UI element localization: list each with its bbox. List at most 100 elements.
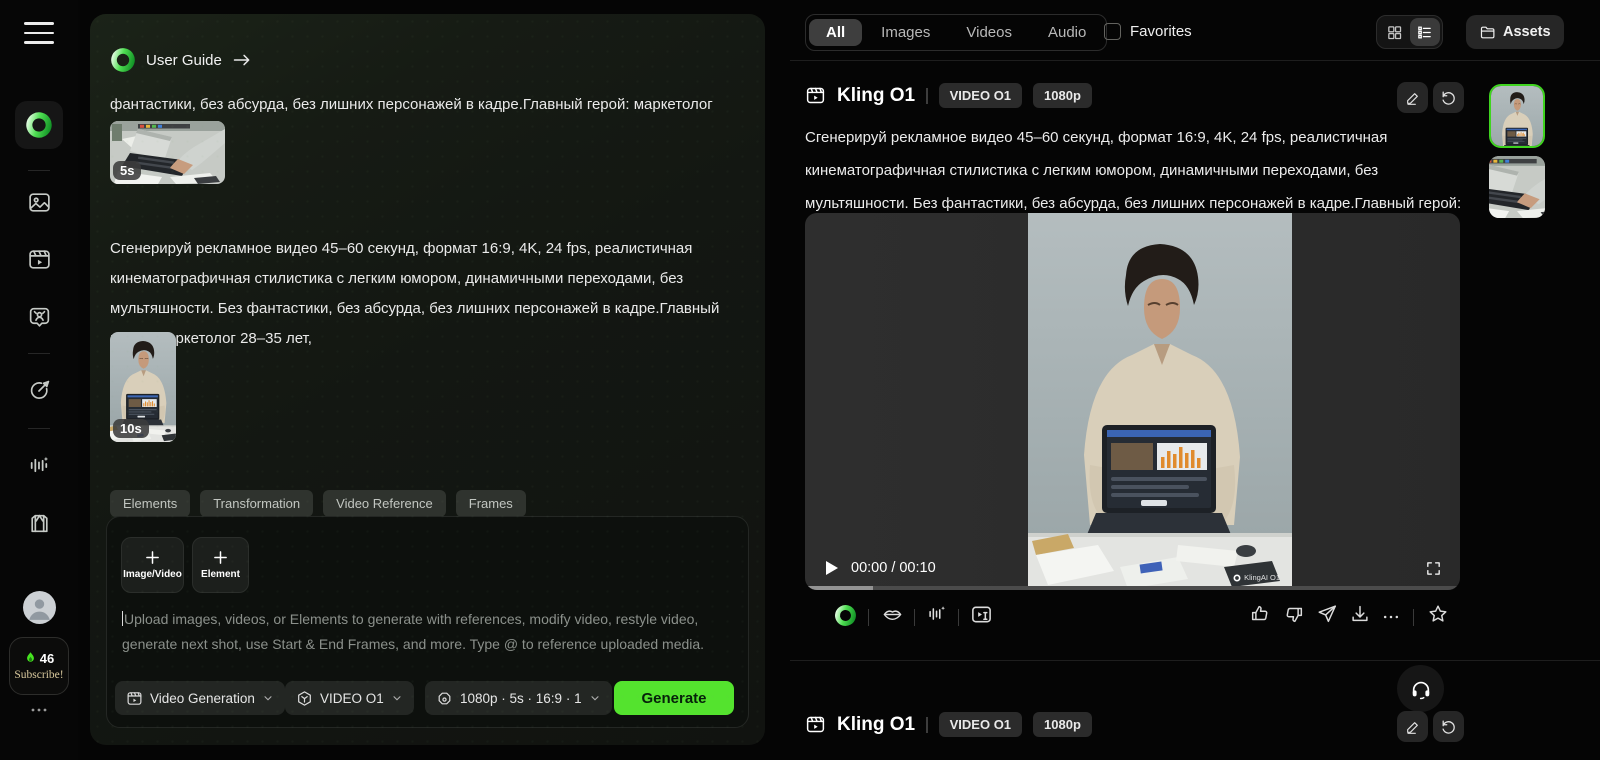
user-guide-link[interactable]: User Guide	[110, 47, 252, 73]
assets-button[interactable]: Assets	[1466, 15, 1564, 49]
chevron-down-icon	[391, 692, 403, 704]
sidebar-item-home[interactable]	[15, 101, 63, 149]
wardrobe-icon[interactable]	[27, 511, 52, 536]
mode-dropdown-value: Video Generation	[150, 691, 255, 706]
list-view-button[interactable]	[1410, 18, 1441, 46]
chat-message: Сгенерируй рекламное видео 45–60 секунд,…	[110, 234, 758, 354]
kling-model-icon[interactable]	[834, 604, 858, 632]
favorite-star-icon[interactable]	[1427, 603, 1451, 631]
divider	[790, 60, 1600, 61]
kling-logo-icon	[25, 111, 53, 139]
share-icon[interactable]	[1316, 603, 1340, 631]
support-headset-button[interactable]	[1397, 665, 1444, 712]
prompt-input[interactable]: Upload images, videos, or Elements to ge…	[122, 607, 734, 657]
chevron-down-icon	[589, 692, 601, 704]
grid-icon	[1386, 24, 1403, 41]
video-artwork	[1028, 213, 1292, 590]
filter-videos[interactable]: Videos	[949, 19, 1029, 46]
divider	[28, 353, 50, 354]
sidebar: 46 Subscribe!	[0, 0, 78, 760]
clapperboard-icon	[805, 85, 826, 106]
prompt-placeholder: Upload images, videos, or Elements to ge…	[122, 611, 704, 652]
video-clip-thumbnail[interactable]: 5s	[110, 121, 225, 184]
text-caret	[122, 611, 123, 626]
tab-video-reference[interactable]: Video Reference	[323, 490, 446, 517]
composer-tabs: Elements Transformation Video Reference …	[110, 490, 526, 517]
tab-elements[interactable]: Elements	[110, 490, 190, 517]
audio-enhance-icon[interactable]	[926, 603, 950, 631]
credits-count: 46	[40, 651, 54, 666]
mode-dropdown[interactable]: Video Generation	[115, 681, 285, 715]
video-extend-icon[interactable]	[970, 603, 994, 631]
divider	[868, 609, 869, 626]
download-icon[interactable]	[1349, 603, 1373, 631]
divider	[926, 88, 928, 104]
add-image-video-label: Image/Video	[123, 569, 182, 580]
regenerate-button[interactable]	[1433, 82, 1464, 113]
history-thumbnail-selected[interactable]	[1489, 84, 1545, 148]
divider	[28, 170, 50, 171]
thumbs-up-icon[interactable]	[1249, 603, 1273, 631]
progress-fill	[805, 586, 873, 590]
folder-icon	[1479, 24, 1496, 41]
grid-view-button[interactable]	[1379, 18, 1410, 46]
generation-item-header: Kling O1 VIDEO O1 1080p	[805, 712, 1092, 737]
duration-badge: 10s	[113, 419, 149, 438]
plus-icon	[213, 550, 228, 565]
menu-icon[interactable]	[24, 22, 54, 44]
thumbs-down-icon[interactable]	[1283, 603, 1307, 631]
add-image-video-button[interactable]: Image/Video	[121, 537, 184, 593]
play-button[interactable]	[825, 560, 839, 576]
plus-icon	[145, 550, 160, 565]
filter-audio[interactable]: Audio	[1031, 19, 1103, 46]
model-badge: VIDEO O1	[939, 83, 1022, 108]
fullscreen-button[interactable]	[1425, 560, 1442, 577]
filter-images[interactable]: Images	[864, 19, 947, 46]
audio-tool-icon[interactable]	[27, 453, 52, 478]
generate-button[interactable]: Generate	[614, 681, 734, 715]
tab-frames[interactable]: Frames	[456, 490, 526, 517]
favorites-checkbox[interactable]	[1104, 23, 1121, 40]
user-guide-label: User Guide	[146, 52, 222, 69]
creative-pen-icon[interactable]	[27, 378, 52, 403]
subscribe-button[interactable]: 46 Subscribe!	[9, 637, 69, 695]
chat-panel: User Guide фантастики, без абсурда, без …	[90, 14, 765, 745]
image-generation-icon[interactable]	[27, 190, 52, 215]
generation-item-header: Kling O1 VIDEO O1 1080p	[805, 83, 1092, 108]
output-settings-value: 1080p · 5s · 16:9 · 1	[460, 691, 582, 706]
thumb-artwork	[1489, 156, 1545, 218]
progress-bar[interactable]	[805, 586, 1460, 590]
video-frame: KlingAI O1	[1028, 213, 1292, 590]
history-thumbnail[interactable]	[1489, 156, 1545, 218]
avatar[interactable]	[23, 591, 56, 624]
add-element-label: Element	[201, 569, 240, 580]
kling-app: 46 Subscribe! User Guide фантастики, без…	[0, 0, 1600, 760]
view-toggle	[1376, 15, 1443, 49]
prompt-composer: Image/Video Element Upload images, video…	[106, 516, 749, 728]
assets-label: Assets	[1503, 24, 1551, 40]
output-settings-dropdown[interactable]: 1080p · 5s · 16:9 · 1	[425, 681, 612, 715]
divider	[914, 609, 915, 626]
sidebar-more-icon[interactable]	[30, 707, 48, 713]
model-dropdown-value: VIDEO O1	[320, 691, 384, 706]
favorites-toggle[interactable]: Favorites	[1104, 23, 1192, 40]
subscribe-label: Subscribe!	[14, 669, 63, 681]
edit-prompt-button[interactable]	[1397, 711, 1428, 742]
list-icon	[1416, 24, 1433, 41]
item-title: Kling O1	[837, 85, 915, 107]
lip-sync-icon[interactable]	[881, 603, 905, 631]
model-dropdown[interactable]: VIDEO O1	[285, 681, 414, 715]
add-element-button[interactable]: Element	[192, 537, 249, 593]
tab-transformation[interactable]: Transformation	[200, 490, 313, 517]
filter-all[interactable]: All	[809, 19, 862, 46]
character-icon[interactable]	[27, 305, 52, 330]
arrow-right-icon	[232, 52, 252, 68]
video-generation-icon[interactable]	[27, 247, 52, 272]
regenerate-button[interactable]	[1433, 711, 1464, 742]
watermark-label: KlingAI O1	[1244, 573, 1280, 582]
edit-prompt-button[interactable]	[1397, 82, 1428, 113]
video-player[interactable]: KlingAI O1 00:00 / 00:10	[805, 213, 1460, 590]
item-title: Kling O1	[837, 714, 915, 736]
video-clip-thumbnail[interactable]: 10s	[110, 332, 176, 442]
more-icon[interactable]	[1381, 607, 1405, 635]
